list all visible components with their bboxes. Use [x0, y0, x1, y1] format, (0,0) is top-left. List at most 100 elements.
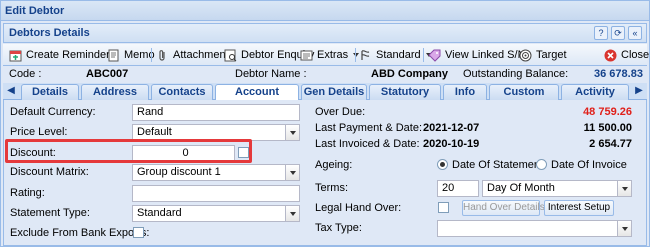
ageing-date-of-statement-radio[interactable]	[437, 159, 448, 170]
close-button[interactable]: Close	[604, 47, 649, 63]
tab-scroll-right-icon[interactable]: ▶	[633, 84, 645, 98]
discount-highlight-box	[5, 139, 252, 163]
extras-menu-button[interactable]: Extras	[300, 47, 360, 63]
target-label: Target	[536, 49, 567, 61]
memo-icon	[108, 49, 119, 61]
last-invoiced-date: 2020-10-19	[423, 138, 480, 150]
debtor-name-value: ABD Company	[371, 68, 449, 80]
window-title: Edit Debtor	[5, 5, 65, 17]
price-level-value: Default	[137, 126, 172, 138]
window-titlebar: Edit Debtor	[1, 1, 649, 21]
panel-title: Debtors Details	[9, 27, 90, 39]
target-icon	[519, 49, 532, 61]
code-label: Code :	[9, 68, 42, 80]
exclude-bank-exports-label: Exclude From Bank Exports:	[10, 227, 150, 239]
attachment-label: Attachment	[173, 49, 229, 61]
edit-debtor-window: Edit Debtor Debtors Details ? ⟳ « Create…	[0, 0, 650, 247]
last-invoiced-value: 2 654.77	[589, 138, 632, 150]
last-invoiced-label: Last Invoiced & Date:	[315, 138, 420, 150]
chevron-down-icon[interactable]	[285, 206, 299, 221]
memo-button[interactable]: Memo	[107, 47, 155, 63]
default-currency-label: Default Currency:	[10, 106, 96, 118]
standard-label: Standard	[376, 49, 421, 61]
debtor-info-row: Code : ABC007 Debtor Name : ABD Company …	[3, 67, 647, 82]
interest-setup-button[interactable]: Interest Setup	[544, 200, 614, 216]
discount-matrix-select[interactable]: Group discount 1	[132, 164, 300, 181]
tab-custom-fields[interactable]: Custom Fields	[489, 84, 559, 112]
toolbar-separator	[355, 48, 356, 62]
ageing-date-of-invoice-radio[interactable]	[536, 159, 547, 170]
memo-label: Memo	[124, 49, 155, 61]
chevron-down-icon[interactable]	[285, 165, 299, 180]
tab-details[interactable]: Details	[21, 84, 79, 100]
create-reminder-button[interactable]: Create Reminder	[9, 47, 110, 63]
tax-type-label: Tax Type:	[315, 222, 362, 234]
rating-field[interactable]	[132, 185, 300, 202]
help-icon[interactable]: ?	[594, 26, 608, 40]
last-payment-label: Last Payment & Date:	[315, 122, 422, 134]
reminder-icon	[9, 50, 22, 61]
tab-statutory[interactable]: Statutory	[369, 84, 441, 100]
tab-contacts[interactable]: Contacts	[151, 84, 213, 100]
statement-type-value: Standard	[137, 207, 182, 219]
account-details-panel: Default Currency: Rand Price Level: Defa…	[3, 100, 647, 246]
rating-label: Rating:	[10, 187, 45, 199]
legal-hand-over-checkbox[interactable]	[438, 202, 449, 213]
over-due-value: 48 759.26	[583, 106, 632, 118]
tab-strip: ◀ Details Address Contacts Account Detai…	[3, 83, 647, 112]
debtors-details-panel-header: Debtors Details ? ⟳ «	[3, 23, 647, 43]
chevron-down-icon[interactable]	[617, 181, 631, 196]
outstanding-balance-label: Outstanding Balance:	[463, 68, 569, 80]
code-value: ABC007	[86, 68, 129, 80]
hand-over-details-button[interactable]: Hand Over Details	[462, 200, 545, 216]
target-button[interactable]: Target	[519, 47, 567, 63]
exclude-bank-exports-checkbox[interactable]	[133, 227, 144, 238]
last-payment-date: 2021-12-07	[423, 122, 480, 134]
chevron-down-icon[interactable]	[617, 221, 631, 236]
view-linked-sn-button[interactable]: View Linked S/N	[428, 47, 526, 63]
close-label: Close	[621, 49, 650, 61]
debtor-name-label: Debtor Name :	[235, 68, 307, 80]
tab-address[interactable]: Address	[81, 84, 149, 100]
toolbar-separator	[151, 48, 152, 62]
default-currency-field[interactable]: Rand	[132, 104, 300, 121]
toolbar: Create Reminder Memo Attachment Debtor E…	[3, 44, 649, 66]
ageing-label: Ageing:	[315, 159, 353, 171]
terms-label: Terms:	[315, 182, 348, 194]
view-linked-sn-label: View Linked S/N	[445, 49, 526, 61]
discount-matrix-label: Discount Matrix:	[10, 166, 89, 178]
refresh-icon[interactable]: ⟳	[611, 26, 625, 40]
extras-label: Extras	[317, 49, 349, 61]
standard-icon	[361, 49, 370, 60]
legal-hand-over-label: Legal Hand Over:	[315, 202, 402, 214]
chevron-down-icon[interactable]	[285, 125, 299, 140]
ageing-date-of-statement-label: Date Of Statement	[452, 159, 544, 171]
tax-type-select[interactable]	[437, 220, 632, 237]
create-reminder-label: Create Reminder	[26, 49, 110, 61]
paperclip-icon	[159, 49, 165, 61]
price-level-label: Price Level:	[10, 126, 68, 138]
statement-type-label: Statement Type:	[10, 207, 90, 219]
tag-icon	[428, 49, 441, 62]
close-icon	[604, 49, 617, 61]
tab-account-details[interactable]: Account Details	[215, 84, 299, 112]
discount-matrix-value: Group discount 1	[137, 166, 221, 178]
collapse-icon[interactable]: «	[628, 26, 642, 40]
statement-type-select[interactable]: Standard	[132, 205, 300, 222]
terms-type-select[interactable]: Day Of Month	[482, 180, 632, 197]
standard-menu-button[interactable]: Standard	[359, 47, 432, 63]
outstanding-balance-value: 36 678.83	[594, 68, 643, 80]
enquiry-icon	[224, 49, 237, 61]
extras-icon	[300, 50, 313, 60]
tab-gen-details[interactable]: Gen Details	[301, 84, 367, 100]
tab-activity[interactable]: Activity	[561, 84, 629, 100]
over-due-label: Over Due:	[315, 106, 366, 118]
terms-days-field[interactable]: 20	[437, 180, 479, 197]
terms-type-value: Day Of Month	[487, 182, 555, 194]
attachment-button[interactable]: Attachment	[156, 47, 229, 63]
tab-info[interactable]: Info	[443, 84, 487, 100]
toolbar-separator	[423, 48, 424, 62]
last-payment-value: 11 500.00	[583, 122, 632, 134]
tab-scroll-left-icon[interactable]: ◀	[5, 84, 17, 98]
ageing-date-of-invoice-label: Date Of Invoice	[551, 159, 627, 171]
